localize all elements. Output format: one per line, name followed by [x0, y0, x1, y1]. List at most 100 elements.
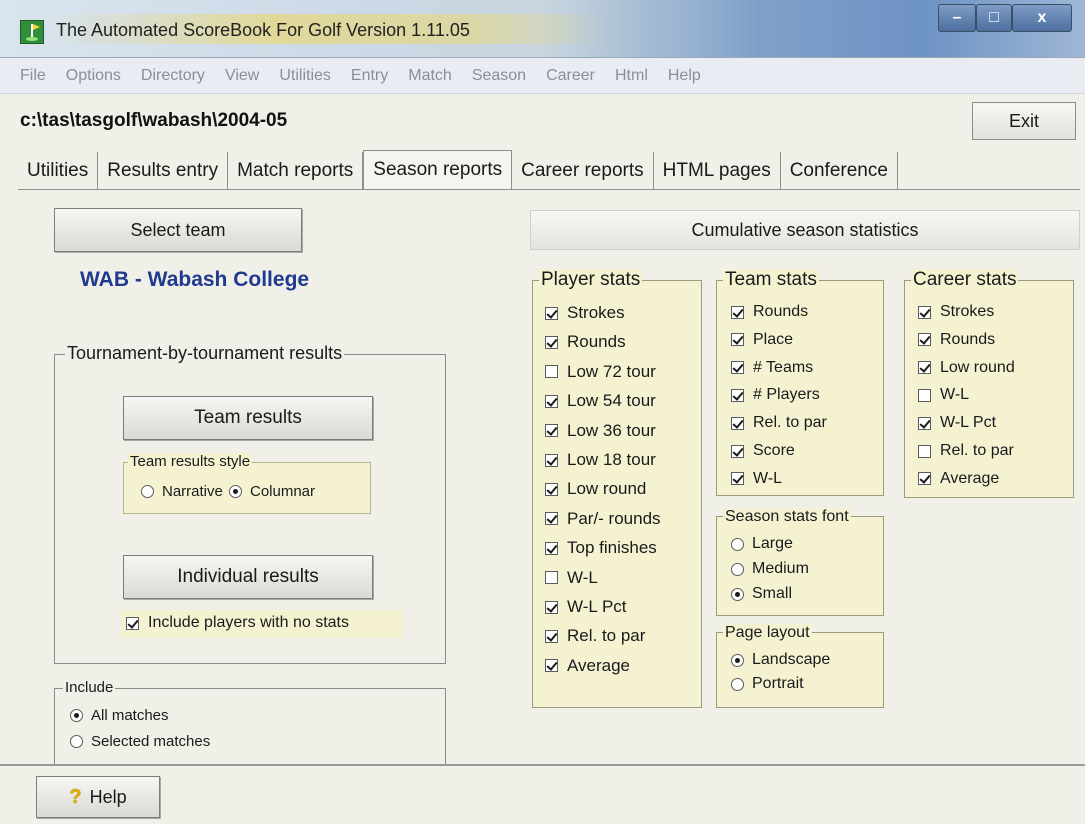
tab-html-pages[interactable]: HTML pages: [654, 152, 781, 190]
checkbox[interactable]: [545, 424, 558, 438]
checkbox[interactable]: [918, 444, 931, 458]
checkbox[interactable]: [731, 388, 744, 402]
career-stat-strokes[interactable]: Strokes: [918, 303, 994, 321]
radio-button[interactable]: [731, 653, 744, 667]
player-stat-low-18-tour[interactable]: Low 18 tour: [545, 450, 656, 470]
layout-landscape-radio[interactable]: Landscape: [731, 651, 830, 669]
team-stat-players[interactable]: # Players: [731, 386, 820, 404]
player-stat-w-l-pct[interactable]: W-L Pct: [545, 597, 627, 617]
style-columnar-radio[interactable]: Columnar: [229, 483, 315, 500]
radio-button[interactable]: [70, 735, 83, 748]
player-stat-rel-to-par[interactable]: Rel. to par: [545, 626, 645, 646]
career-stat-w-l[interactable]: W-L: [918, 386, 969, 404]
checkbox[interactable]: [731, 472, 744, 486]
tab-season-reports[interactable]: Season reports: [363, 150, 513, 190]
checkbox[interactable]: [545, 571, 558, 585]
font-small-radio[interactable]: Small: [731, 585, 792, 603]
team-stat-rel-to-par[interactable]: Rel. to par: [731, 414, 827, 432]
checkbox[interactable]: [731, 361, 744, 375]
menu-season[interactable]: Season: [472, 67, 526, 85]
player-stat-low-54-tour[interactable]: Low 54 tour: [545, 391, 656, 411]
checkbox[interactable]: [731, 416, 744, 430]
radio-button[interactable]: [70, 709, 83, 722]
menu-help[interactable]: Help: [668, 67, 701, 85]
minimize-button[interactable]: –: [938, 4, 976, 32]
player-stat-top-finishes[interactable]: Top finishes: [545, 538, 657, 558]
player-stat-w-l[interactable]: W-L: [545, 568, 598, 588]
checkbox[interactable]: [918, 305, 931, 319]
player-stat-rounds[interactable]: Rounds: [545, 332, 626, 352]
tab-results-entry[interactable]: Results entry: [98, 152, 229, 190]
tab-conference[interactable]: Conference: [781, 152, 898, 190]
player-stat-low-72-tour[interactable]: Low 72 tour: [545, 362, 656, 382]
checkbox[interactable]: [545, 482, 558, 496]
checkbox[interactable]: [545, 394, 558, 408]
checkbox[interactable]: [918, 388, 931, 402]
checkbox[interactable]: [731, 305, 744, 319]
radio-button[interactable]: [229, 485, 242, 498]
career-stat-average[interactable]: Average: [918, 470, 999, 488]
checkbox[interactable]: [545, 659, 558, 673]
checkbox[interactable]: [918, 416, 931, 430]
include-selected-matches-radio[interactable]: Selected matches: [70, 733, 210, 750]
individual-results-button[interactable]: Individual results: [123, 555, 373, 599]
menu-file[interactable]: File: [20, 67, 46, 85]
close-button[interactable]: x: [1012, 4, 1072, 32]
menu-match[interactable]: Match: [408, 67, 452, 85]
radio-button[interactable]: [731, 587, 744, 601]
team-stat-place[interactable]: Place: [731, 331, 793, 349]
checkbox[interactable]: [731, 333, 744, 347]
checkbox[interactable]: [918, 472, 931, 486]
menu-html[interactable]: Html: [615, 67, 648, 85]
exit-button[interactable]: Exit: [972, 102, 1076, 140]
cumulative-season-statistics-button[interactable]: Cumulative season statistics: [530, 210, 1080, 250]
player-stat-strokes[interactable]: Strokes: [545, 303, 625, 323]
font-large-radio[interactable]: Large: [731, 535, 793, 553]
menu-utilities[interactable]: Utilities: [279, 67, 331, 85]
style-narrative-radio[interactable]: Narrative: [141, 483, 223, 500]
radio-button[interactable]: [731, 537, 744, 551]
player-stat-low-round[interactable]: Low round: [545, 479, 646, 499]
career-stat-low-round[interactable]: Low round: [918, 359, 1015, 377]
radio-button[interactable]: [141, 485, 154, 498]
tab-utilities[interactable]: Utilities: [18, 152, 99, 190]
team-stat-score[interactable]: Score: [731, 442, 795, 460]
career-stat-w-l-pct[interactable]: W-L Pct: [918, 414, 996, 432]
player-stat-average[interactable]: Average: [545, 656, 630, 676]
team-stat-teams[interactable]: # Teams: [731, 359, 813, 377]
radio-button[interactable]: [731, 562, 744, 576]
select-team-button[interactable]: Select team: [54, 208, 302, 252]
font-medium-radio[interactable]: Medium: [731, 560, 809, 578]
menu-career[interactable]: Career: [546, 67, 595, 85]
checkbox[interactable]: [918, 361, 931, 375]
team-stat-w-l[interactable]: W-L: [731, 470, 782, 488]
include-all-matches-radio[interactable]: All matches: [70, 707, 169, 724]
career-stat-rounds[interactable]: Rounds: [918, 331, 995, 349]
menu-entry[interactable]: Entry: [351, 67, 388, 85]
radio-button[interactable]: [731, 677, 744, 691]
tab-career-reports[interactable]: Career reports: [512, 152, 654, 190]
help-button[interactable]: ? Help: [36, 776, 160, 818]
checkbox[interactable]: [918, 333, 931, 347]
checkbox[interactable]: [545, 453, 558, 467]
player-stat-low-36-tour[interactable]: Low 36 tour: [545, 421, 656, 441]
player-stat-par-rounds[interactable]: Par/- rounds: [545, 509, 661, 529]
include-no-stats-checkbox[interactable]: Include players with no stats: [126, 614, 349, 632]
checkbox[interactable]: [545, 512, 558, 526]
checkbox[interactable]: [545, 600, 558, 614]
checkbox[interactable]: [545, 629, 558, 643]
menu-options[interactable]: Options: [66, 67, 121, 85]
tab-match-reports[interactable]: Match reports: [228, 152, 364, 190]
layout-portrait-radio[interactable]: Portrait: [731, 675, 804, 693]
team-stat-rounds[interactable]: Rounds: [731, 303, 808, 321]
checkbox[interactable]: [545, 541, 558, 555]
checkbox[interactable]: [126, 616, 139, 630]
career-stat-rel-to-par[interactable]: Rel. to par: [918, 442, 1014, 460]
checkbox[interactable]: [731, 444, 744, 458]
menu-view[interactable]: View: [225, 67, 259, 85]
checkbox[interactable]: [545, 335, 558, 349]
checkbox[interactable]: [545, 365, 558, 379]
menu-directory[interactable]: Directory: [141, 67, 205, 85]
checkbox[interactable]: [545, 306, 558, 320]
team-results-button[interactable]: Team results: [123, 396, 373, 440]
